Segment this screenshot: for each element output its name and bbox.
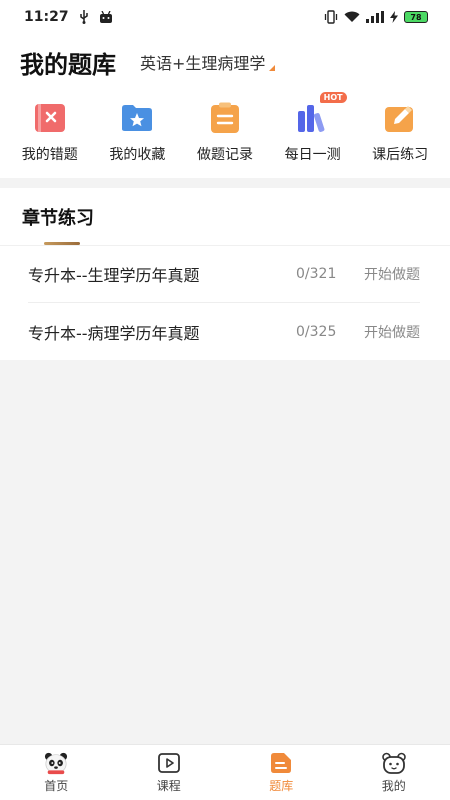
- status-bar: 11:27 78: [0, 0, 450, 34]
- nav-label: 题库: [269, 779, 294, 793]
- chapter-progress: 0/321: [296, 266, 337, 282]
- nav-question-bank[interactable]: 题库: [225, 745, 338, 800]
- android-icon: [99, 11, 113, 23]
- bottom-nav: 首页 课程 题库 我的: [0, 744, 450, 800]
- start-practice-button[interactable]: 开始做题: [356, 264, 420, 284]
- nav-home[interactable]: 首页: [0, 745, 113, 800]
- nav-label: 首页: [44, 779, 69, 793]
- shortcut-after-class-practice[interactable]: 课后练习: [356, 98, 444, 178]
- nav-label: 课程: [156, 779, 181, 793]
- shortcut-label: 每日一测: [284, 147, 341, 163]
- nav-courses[interactable]: 课程: [113, 745, 226, 800]
- subject-selector[interactable]: 英语+生理病理学: [140, 50, 276, 74]
- start-practice-button[interactable]: 开始做题: [356, 322, 420, 342]
- section-divider: [0, 178, 450, 188]
- panda-home-icon: [44, 751, 68, 775]
- question-bank-icon: [269, 751, 293, 775]
- shortcut-label: 做题记录: [196, 147, 253, 163]
- shortcut-row: 我的错题 我的收藏 做题记录 HOT 每日一测 课后练习: [0, 90, 450, 178]
- header: 我的题库 英语+生理病理学: [0, 34, 450, 90]
- battery-indicator: 78: [404, 11, 428, 23]
- usb-icon: [79, 10, 89, 24]
- subject-label: 英语+生理病理学: [140, 54, 266, 73]
- shortcut-daily-test[interactable]: HOT 每日一测: [269, 92, 357, 178]
- hot-badge: HOT: [319, 92, 347, 103]
- page-title: 我的题库: [20, 50, 116, 79]
- shortcut-label: 课后练习: [372, 147, 429, 163]
- books-icon: HOT: [293, 92, 347, 138]
- chapter-name: 专升本--病理学历年真题: [28, 323, 200, 343]
- bear-profile-icon: [381, 751, 406, 775]
- section-header: 章节练习: [0, 188, 450, 246]
- shortcut-label: 我的收藏: [109, 147, 166, 163]
- chapter-progress: 0/325: [296, 323, 337, 340]
- status-time: 11:27: [24, 9, 69, 25]
- wifi-icon: [344, 11, 360, 23]
- pencil-note-icon: [380, 98, 420, 138]
- chapter-section: 章节练习 专升本--生理学历年真题 0/321 开始做题 专升本--病理学历年真…: [0, 188, 450, 360]
- chapter-item[interactable]: 专升本--生理学历年真题 0/321 开始做题: [28, 246, 420, 303]
- caret-down-icon: [269, 65, 276, 71]
- section-title: 章节练习: [22, 207, 94, 229]
- section-underline: [44, 242, 80, 245]
- clipboard-icon: [205, 98, 245, 138]
- shortcut-favorites[interactable]: 我的收藏: [94, 98, 182, 178]
- chapter-name: 专升本--生理学历年真题: [28, 266, 200, 285]
- shortcut-wrong-questions[interactable]: 我的错题: [6, 98, 94, 178]
- wrong-book-icon: [30, 98, 70, 138]
- shortcut-label: 我的错题: [21, 147, 78, 163]
- signal-icon: [366, 11, 384, 23]
- nav-label: 我的: [381, 779, 406, 793]
- play-screen-icon: [157, 751, 181, 775]
- shortcut-practice-history[interactable]: 做题记录: [181, 98, 269, 178]
- chapter-item[interactable]: 专升本--病理学历年真题 0/325 开始做题: [28, 303, 420, 360]
- charging-icon: [390, 11, 398, 23]
- vibrate-icon: [324, 10, 338, 24]
- nav-profile[interactable]: 我的: [338, 745, 450, 800]
- star-folder-icon: [117, 98, 157, 138]
